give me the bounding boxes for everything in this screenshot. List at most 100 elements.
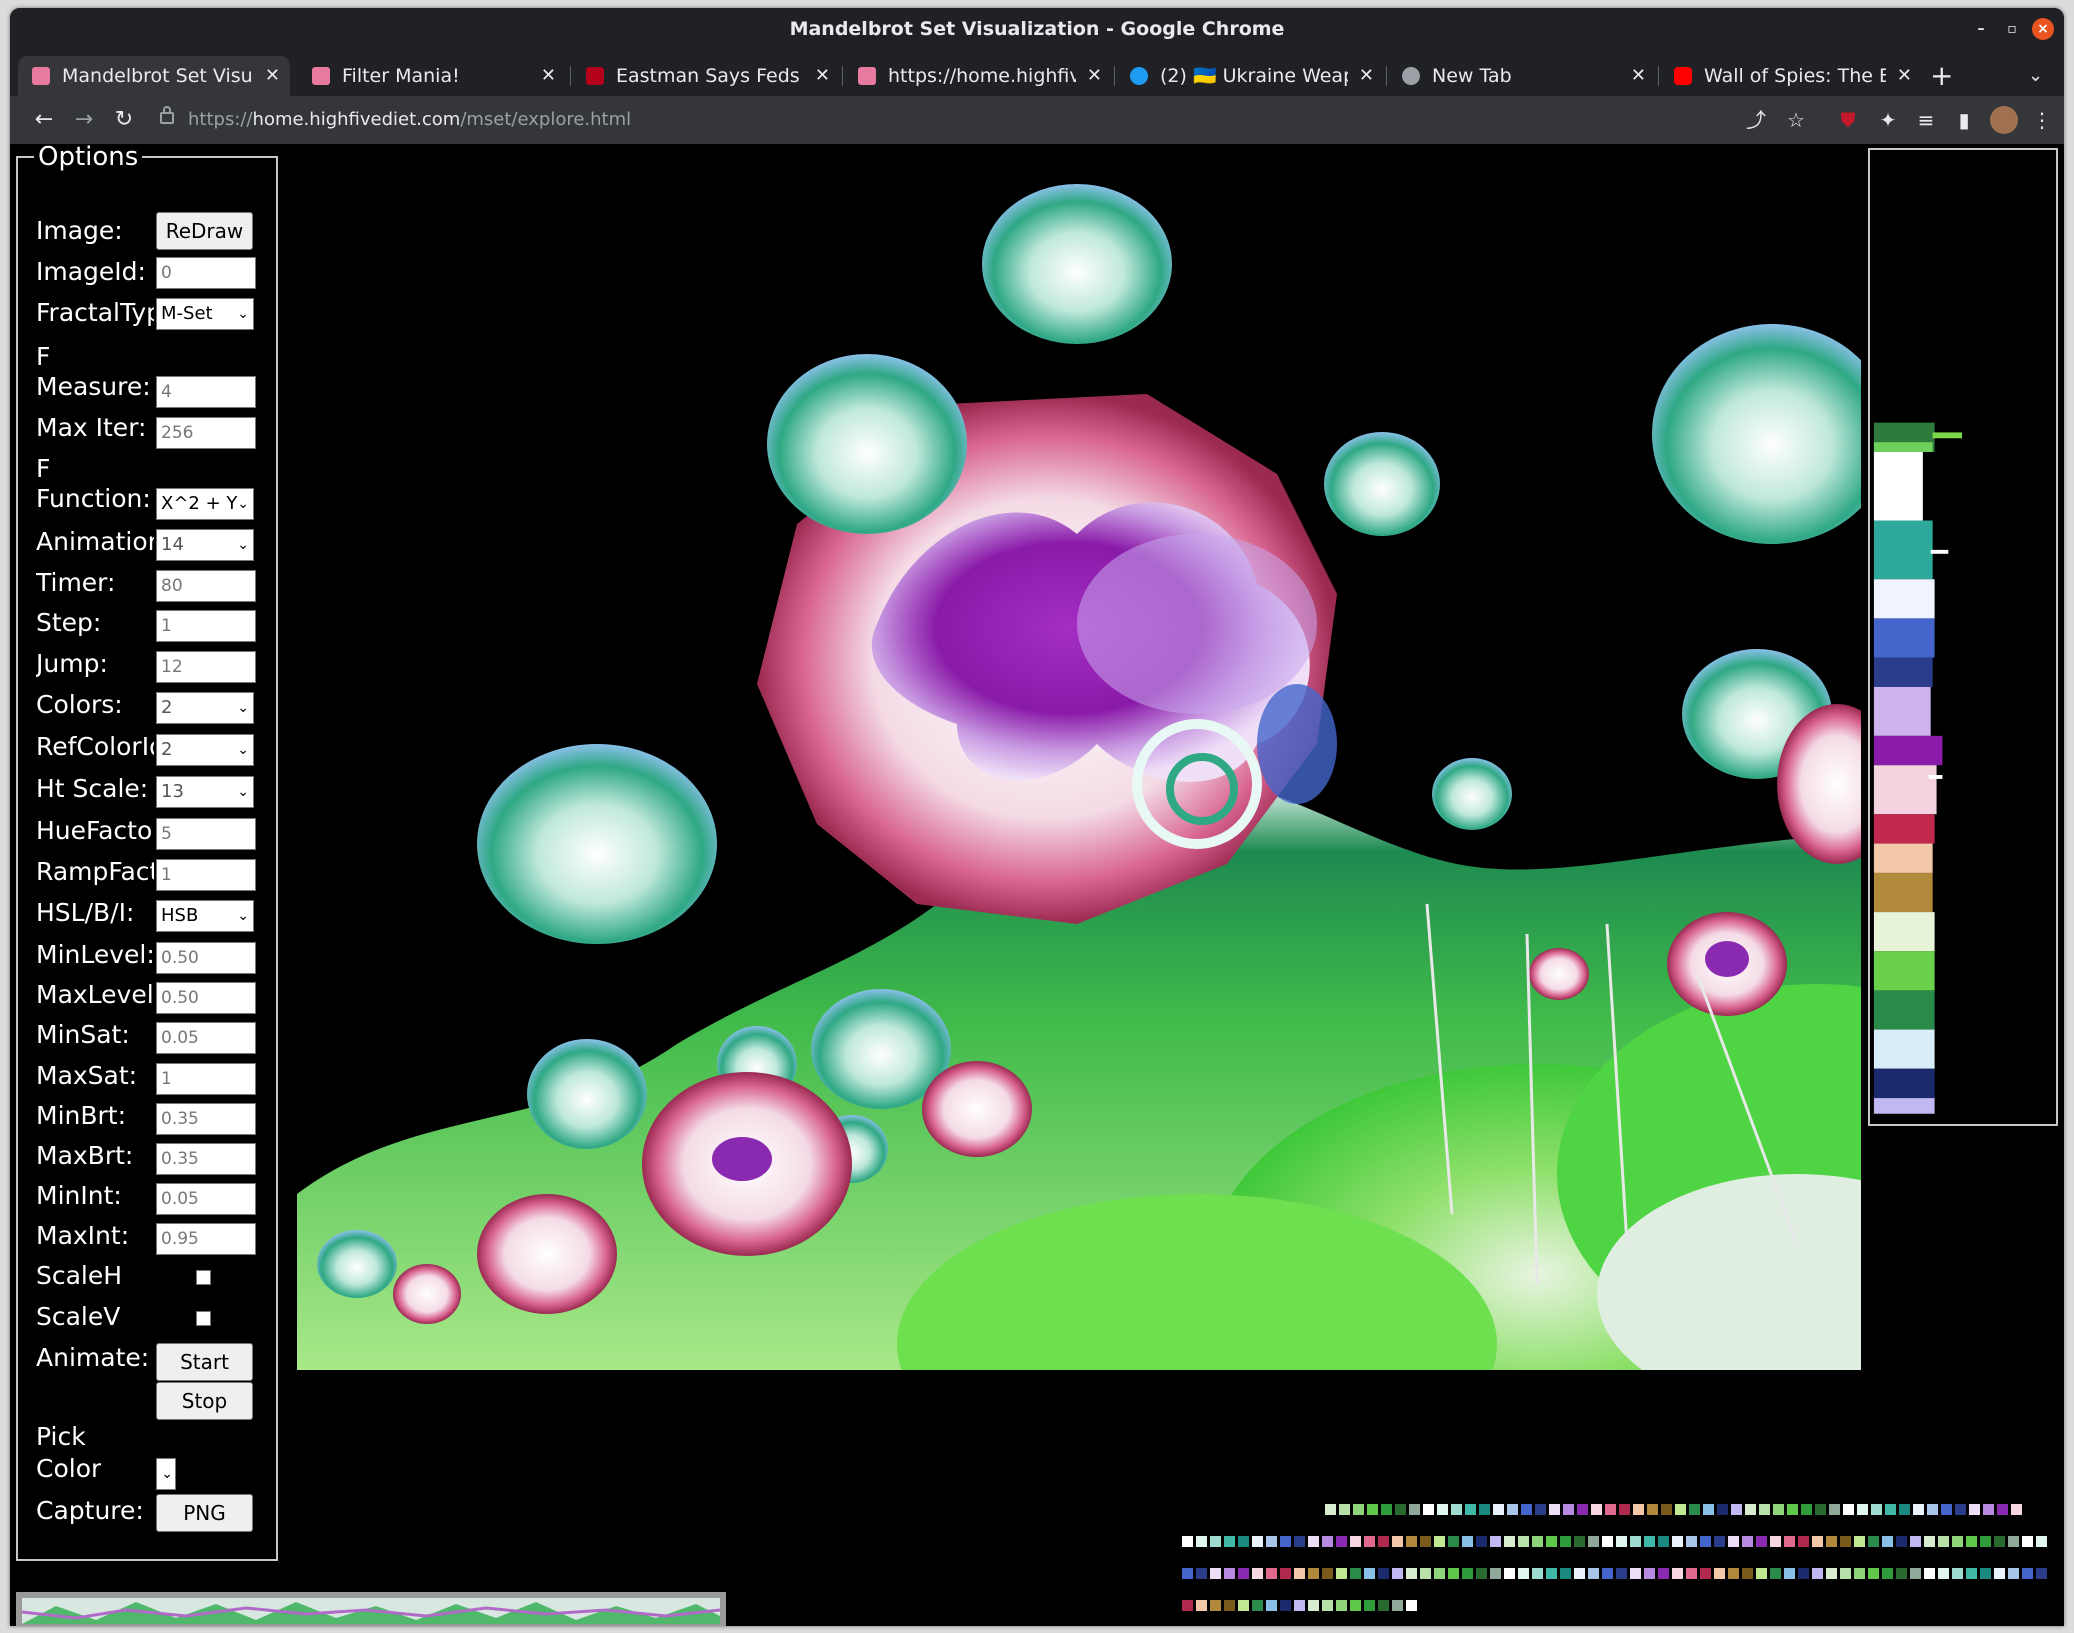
- png-button[interactable]: PNG: [156, 1494, 253, 1532]
- animation-thumbnails[interactable]: [16, 1592, 726, 1626]
- palette-swatch[interactable]: [1700, 1536, 1711, 1547]
- palette-swatch[interactable]: [1224, 1536, 1235, 1547]
- palette-swatch[interactable]: [1868, 1536, 1879, 1547]
- maxiter-input[interactable]: 256: [156, 417, 256, 449]
- palette-swatch[interactable]: [1882, 1568, 1893, 1579]
- minbrt-input[interactable]: 0.35: [156, 1103, 256, 1135]
- palette-swatch[interactable]: [1980, 1568, 1991, 1579]
- palette-swatch[interactable]: [1378, 1600, 1389, 1611]
- palette-swatch[interactable]: [2036, 1536, 2047, 1547]
- palette-swatch[interactable]: [1896, 1568, 1907, 1579]
- side-panel-icon[interactable]: ▮: [1950, 106, 1978, 134]
- palette-swatch[interactable]: [1367, 1504, 1378, 1515]
- palette-swatch[interactable]: [1420, 1568, 1431, 1579]
- tab-twitter[interactable]: (2) 🇺🇦 Ukraine Weapo ✕: [1116, 56, 1384, 96]
- palette-swatch[interactable]: [1196, 1600, 1207, 1611]
- palette-swatch[interactable]: [1364, 1600, 1375, 1611]
- palette-swatch[interactable]: [1843, 1504, 1854, 1515]
- palette-swatch[interactable]: [1336, 1536, 1347, 1547]
- extensions-puzzle-icon[interactable]: ✦: [1874, 106, 1902, 134]
- palette-swatch[interactable]: [1325, 1504, 1336, 1515]
- palette-swatch[interactable]: [1591, 1504, 1602, 1515]
- tab-youtube[interactable]: Wall of Spies: The Evo ✕: [1660, 56, 1922, 96]
- palette-swatch[interactable]: [1588, 1568, 1599, 1579]
- palette-swatch[interactable]: [1784, 1568, 1795, 1579]
- palette-swatch[interactable]: [1941, 1504, 1952, 1515]
- palette-swatch[interactable]: [1378, 1568, 1389, 1579]
- palette-swatch[interactable]: [1910, 1568, 1921, 1579]
- palette-swatch[interactable]: [1308, 1536, 1319, 1547]
- palette-swatch[interactable]: [1703, 1504, 1714, 1515]
- profile-avatar[interactable]: [1990, 106, 2018, 134]
- tab-close-icon[interactable]: ✕: [1359, 56, 1374, 96]
- palette-swatch[interactable]: [1812, 1568, 1823, 1579]
- palette-swatch[interactable]: [1294, 1600, 1305, 1611]
- palette-swatch[interactable]: [1196, 1536, 1207, 1547]
- palette-swatch[interactable]: [1644, 1536, 1655, 1547]
- hsl-select[interactable]: HSB ⌄: [156, 900, 254, 932]
- palette-swatch[interactable]: [1504, 1536, 1515, 1547]
- palette-swatch[interactable]: [1966, 1536, 1977, 1547]
- palette-swatch[interactable]: [1252, 1600, 1263, 1611]
- palette-swatch[interactable]: [1714, 1536, 1725, 1547]
- palette-swatch[interactable]: [1742, 1536, 1753, 1547]
- bookmark-star-icon[interactable]: ☆: [1782, 106, 1810, 134]
- palette-swatch[interactable]: [1294, 1568, 1305, 1579]
- palette-swatch[interactable]: [1616, 1568, 1627, 1579]
- palette-swatch[interactable]: [1350, 1568, 1361, 1579]
- palette-swatch[interactable]: [1308, 1568, 1319, 1579]
- palette-swatches[interactable]: [1170, 1504, 2060, 1624]
- palette-swatch[interactable]: [1605, 1504, 1616, 1515]
- palette-swatch[interactable]: [1350, 1536, 1361, 1547]
- palette-swatch[interactable]: [1602, 1536, 1613, 1547]
- start-button[interactable]: Start: [156, 1343, 253, 1381]
- palette-swatch[interactable]: [1336, 1600, 1347, 1611]
- function-select[interactable]: X^2 + Y ⌄: [156, 488, 254, 520]
- share-icon[interactable]: ⤴: [1742, 106, 1770, 134]
- minsat-input[interactable]: 0.05: [156, 1022, 256, 1054]
- media-queue-icon[interactable]: ≡: [1912, 106, 1940, 134]
- palette-swatch[interactable]: [1756, 1536, 1767, 1547]
- palette-swatch[interactable]: [1210, 1536, 1221, 1547]
- palette-swatch[interactable]: [1294, 1536, 1305, 1547]
- palette-swatch[interactable]: [1476, 1536, 1487, 1547]
- palette-swatch[interactable]: [1308, 1600, 1319, 1611]
- palette-swatch[interactable]: [1658, 1568, 1669, 1579]
- palette-swatch[interactable]: [1336, 1568, 1347, 1579]
- scaleh-checkbox[interactable]: [196, 1270, 211, 1285]
- palette-swatch[interactable]: [1238, 1536, 1249, 1547]
- lock-icon[interactable]: [160, 106, 174, 124]
- palette-swatch[interactable]: [1252, 1536, 1263, 1547]
- palette-swatch[interactable]: [1490, 1536, 1501, 1547]
- palette-swatch[interactable]: [2022, 1536, 2033, 1547]
- palette-swatch[interactable]: [1619, 1504, 1630, 1515]
- palette-swatch[interactable]: [1815, 1504, 1826, 1515]
- palette-swatch[interactable]: [1504, 1568, 1515, 1579]
- palette-swatch[interactable]: [1798, 1536, 1809, 1547]
- palette-swatch[interactable]: [1672, 1536, 1683, 1547]
- palette-swatch[interactable]: [1728, 1536, 1739, 1547]
- palette-swatch[interactable]: [1717, 1504, 1728, 1515]
- palette-swatch[interactable]: [1546, 1568, 1557, 1579]
- palette-swatch[interactable]: [1423, 1504, 1434, 1515]
- tab-close-icon[interactable]: ✕: [265, 56, 280, 96]
- minimize-icon[interactable]: –: [1970, 18, 1992, 40]
- palette-swatch[interactable]: [1826, 1568, 1837, 1579]
- palette-swatch[interactable]: [1675, 1504, 1686, 1515]
- tab-highfive[interactable]: https://home.highfive ✕: [844, 56, 1112, 96]
- palette-swatch[interactable]: [2008, 1536, 2019, 1547]
- palette-swatch[interactable]: [1633, 1504, 1644, 1515]
- palette-swatch[interactable]: [1658, 1536, 1669, 1547]
- redraw-button[interactable]: ReDraw: [156, 212, 253, 250]
- palette-swatch[interactable]: [1630, 1536, 1641, 1547]
- palette-swatch[interactable]: [1840, 1536, 1851, 1547]
- palette-swatch[interactable]: [1535, 1504, 1546, 1515]
- palette-swatch[interactable]: [1714, 1568, 1725, 1579]
- palette-swatch[interactable]: [1700, 1568, 1711, 1579]
- palette-swatch[interactable]: [1661, 1504, 1672, 1515]
- tab-eastman[interactable]: Eastman Says Feds Sei ✕: [572, 56, 840, 96]
- palette-swatch[interactable]: [1532, 1568, 1543, 1579]
- palette-swatch[interactable]: [1521, 1504, 1532, 1515]
- close-icon[interactable]: ×: [2032, 18, 2054, 40]
- palette-swatch[interactable]: [1588, 1536, 1599, 1547]
